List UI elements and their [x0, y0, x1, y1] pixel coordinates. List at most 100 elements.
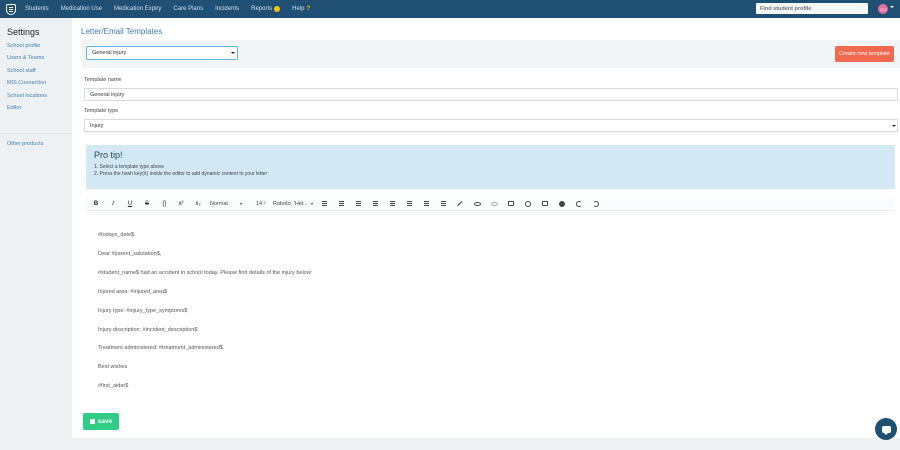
align-center-icon [406, 201, 412, 206]
sidebar-item-school-locations[interactable]: School locations [7, 93, 47, 99]
pen-icon [457, 200, 463, 207]
italic-button[interactable]: I [109, 196, 117, 211]
find-student-input[interactable] [756, 3, 868, 14]
sidebar-item-school-profile[interactable]: School profile [7, 43, 40, 49]
font-chevron-down-icon [310, 202, 313, 205]
font-size-dropdown[interactable]: 14 ᵖ [256, 196, 266, 211]
pro-tip-line-1: 1. Select a template type above [94, 164, 165, 170]
align-right-icon [423, 201, 429, 206]
insert-link-button[interactable] [473, 196, 481, 211]
editor-line: #todays_date$ [98, 232, 135, 238]
redo-icon [593, 200, 599, 207]
template-type-select[interactable]: Injury [84, 119, 898, 132]
superscript-button[interactable]: x² [176, 196, 186, 211]
template-select-chevron-down-icon[interactable] [231, 52, 235, 54]
sidebar-title: Settings [7, 27, 40, 37]
embed-icon [508, 201, 514, 206]
template-select[interactable]: General injury [86, 46, 238, 60]
align-left-icon [389, 201, 395, 206]
floppy-disk-icon [89, 419, 95, 424]
settings-sidebar: Settings School profile Users & Teams Sc… [0, 18, 72, 450]
sidebar-item-editor[interactable]: Editor [7, 105, 21, 111]
unlink-icon [490, 201, 498, 206]
pro-tip-box [86, 145, 895, 189]
nav-incidents[interactable]: Incidents [215, 6, 239, 12]
undo-icon [576, 200, 582, 207]
link-icon [473, 201, 481, 206]
nav-medication-expiry[interactable]: Medication Expiry [114, 6, 161, 12]
paragraph-style-dropdown[interactable]: Normal [210, 196, 242, 211]
sidebar-item-mis-connection[interactable]: MIS Connection [7, 80, 46, 86]
align-justify-icon [440, 201, 446, 206]
editor-line: Injury type: #injury_type_symptoms$ [98, 308, 188, 314]
indent-button[interactable] [371, 196, 379, 211]
outdent-icon [355, 201, 361, 206]
clear-format-button[interactable] [558, 196, 566, 211]
paragraph-style-value: Normal [210, 200, 228, 207]
align-justify-button[interactable] [439, 196, 447, 211]
nav-students[interactable]: Students [25, 6, 49, 12]
editor-line: Dear #parent_salutation$, [98, 251, 162, 257]
embed-button[interactable] [507, 196, 515, 211]
pro-tip-line-2: 2. Press the hash key(#) inside the edit… [94, 171, 268, 177]
template-type-label: Template type [84, 108, 119, 114]
save-button[interactable]: save [83, 413, 119, 430]
align-left-button[interactable] [388, 196, 396, 211]
save-label: save [97, 418, 113, 425]
indent-icon [372, 201, 378, 206]
sidebar-item-school-staff[interactable]: School staff [7, 68, 36, 74]
app-logo-icon[interactable] [6, 3, 16, 15]
editor-line: Injury description: #incident_descriptio… [98, 327, 198, 333]
template-select-value: General injury [92, 50, 127, 56]
nav-help[interactable]: Help? [292, 6, 310, 12]
template-type-chevron-down-icon[interactable] [892, 125, 896, 127]
strikethrough-button[interactable]: S [143, 196, 151, 211]
font-family-value: Roboto, 'Hel... [273, 200, 308, 207]
image-icon [542, 201, 548, 206]
redo-button[interactable] [592, 196, 600, 211]
letter-editor[interactable] [86, 211, 895, 406]
template-name-label: Template name [84, 77, 122, 83]
ordered-list-icon [321, 201, 327, 206]
pro-tip-title: Pro tip! [94, 150, 123, 160]
nav-help-label: Help [292, 6, 305, 12]
template-name-field[interactable]: General injury [84, 88, 898, 101]
template-name-value: General injury [90, 91, 125, 98]
undo-button[interactable] [575, 196, 583, 211]
code-button[interactable]: {} [160, 196, 169, 211]
editor-line: #first_aider$ [98, 383, 129, 389]
ordered-list-button[interactable] [320, 196, 328, 211]
user-avatar[interactable]: CH [878, 4, 888, 14]
bold-button[interactable]: B [92, 196, 100, 211]
sidebar-item-users-teams[interactable]: Users & Teams [7, 55, 44, 61]
chat-support-button[interactable] [875, 418, 897, 440]
style-chevron-down-icon [239, 202, 242, 205]
create-new-template-button[interactable]: Create new template [835, 46, 894, 62]
nav-reports[interactable]: Reports [251, 6, 281, 12]
nav-medication-use[interactable]: Medication Use [61, 6, 102, 12]
editor-line: Injured area: #injured_area$ [98, 289, 168, 295]
text-color-button[interactable] [456, 196, 464, 211]
editor-line: Best wishes [98, 364, 128, 370]
insert-image-button[interactable] [541, 196, 549, 211]
editor-line: Treatment administered: #treatment_admin… [98, 345, 223, 351]
subscript-button[interactable]: x₂ [193, 196, 203, 211]
template-type-value: Injury [90, 122, 104, 129]
page-title: Letter/Email Templates [81, 27, 163, 36]
align-right-button[interactable] [422, 196, 430, 211]
underline-button[interactable]: U [126, 196, 134, 211]
help-question-icon: ? [306, 6, 311, 12]
sidebar-divider [0, 133, 72, 134]
nav-care-plans[interactable]: Care Plans [173, 6, 203, 12]
avatar-chevron-down-icon[interactable] [890, 6, 894, 8]
bullet-list-icon [338, 201, 344, 206]
outdent-button[interactable] [354, 196, 362, 211]
align-center-button[interactable] [405, 196, 413, 211]
emoji-icon [525, 200, 531, 207]
unlink-button[interactable] [490, 196, 498, 211]
sidebar-item-other-products[interactable]: Other products [7, 141, 43, 147]
font-family-dropdown[interactable]: Roboto, 'Hel... [273, 196, 313, 211]
nav-reports-label: Reports [251, 6, 273, 12]
bullet-list-button[interactable] [337, 196, 345, 211]
emoji-button[interactable] [524, 196, 532, 211]
